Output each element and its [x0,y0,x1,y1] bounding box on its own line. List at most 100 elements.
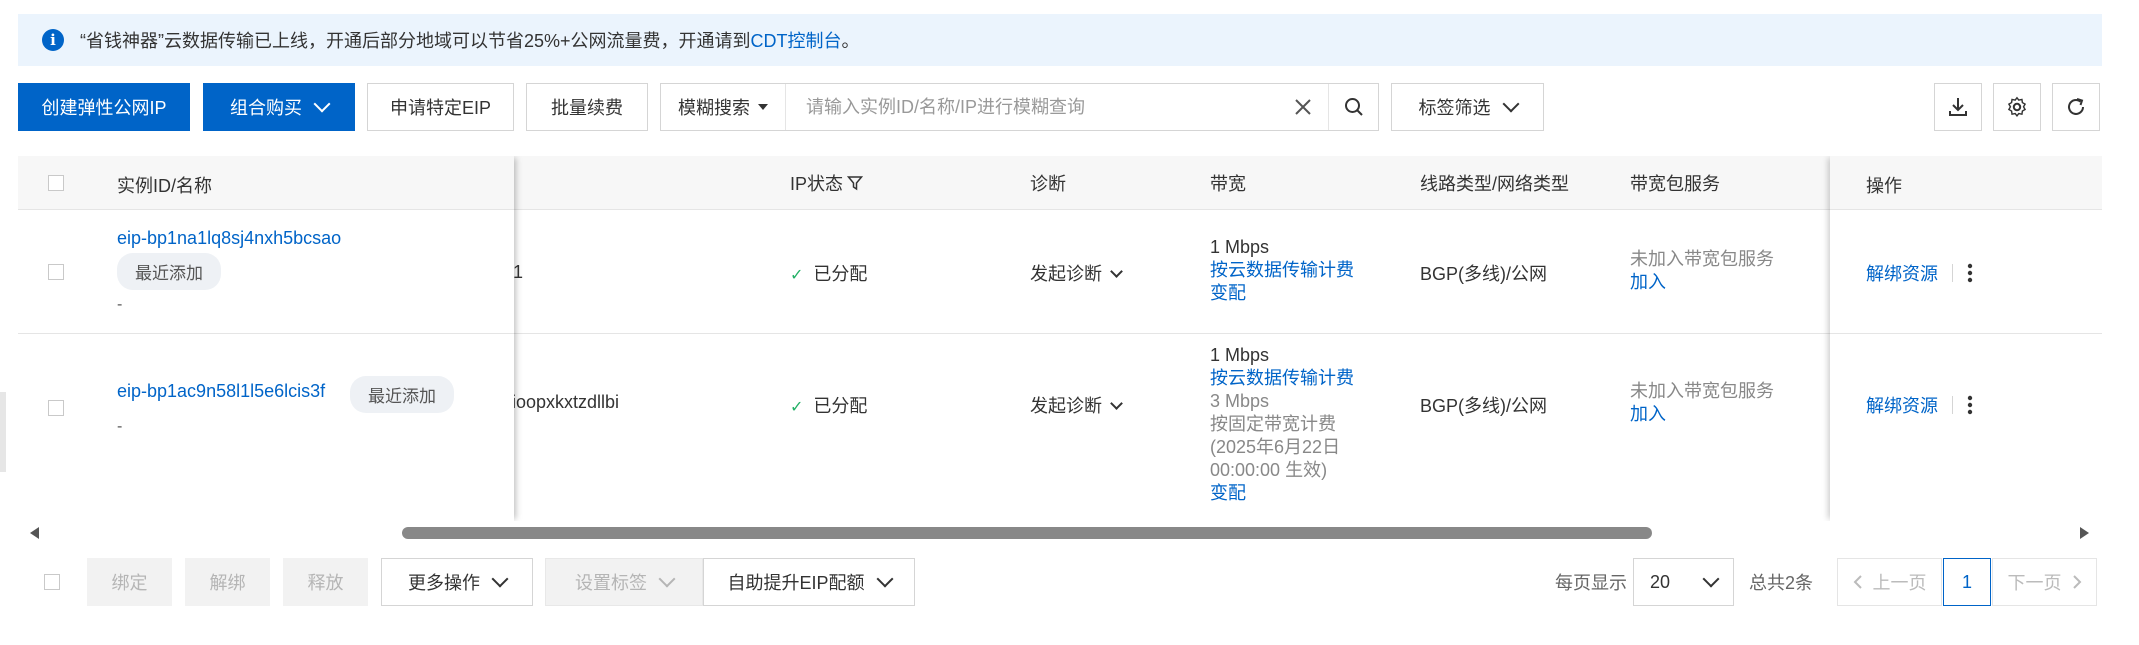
ip-status-label: 已分配 [813,264,868,284]
chevron-down-icon [876,570,893,588]
filter-icon[interactable] [847,175,864,191]
bandwidth-cell: 1 Mbps 按云数据传输计费 3 Mbps 按固定带宽计费 (2025年6月2… [1210,344,1354,505]
row-actions: 解绑资源 [1866,260,1973,286]
divider [1952,264,1953,282]
instance-id-link[interactable]: eip-bp1ac9n58l1l5e6lcis3f [117,381,325,402]
table-row: eip-bp1ac9n58l1l5e6lcis3f 最近添加 - [18,334,514,521]
bandwidth-value: 1 Mbps [1210,237,1270,257]
column-bandwidth: 带宽 [1210,156,1246,210]
create-eip-label: 创建弹性公网IP [41,98,167,118]
chevron-left-icon [1853,575,1862,589]
row-actions: 解绑资源 [1866,392,1973,418]
column-instance-label: 实例ID/名称 [117,176,213,196]
unbind-resource-link[interactable]: 解绑资源 [1866,392,1938,418]
column-bandwidth-package: 带宽包服务 [1630,156,1720,210]
chevron-down-icon [1110,264,1123,278]
search-mode-label: 模糊搜索 [678,98,750,118]
more-actions-button[interactable]: 更多操作 [381,558,533,606]
settings-icon[interactable] [1993,83,2041,131]
set-tags-button[interactable]: 设置标签 [545,558,703,606]
type-id-link[interactable]: ioopxkxtzdllbi [512,392,619,413]
per-page-label: 每页显示 [1555,573,1627,593]
table-row-actions: 解绑资源 [1830,210,2102,334]
diagnose-label: 发起诊断 [1030,264,1102,284]
apply-specific-eip-label: 申请特定EIP [389,98,491,118]
bandwidth-cell: 1 Mbps 按云数据传输计费 变配 [1210,236,1354,305]
chevron-down-icon [313,95,331,113]
batch-renew-button[interactable]: 批量续费 [526,83,648,131]
search-icon[interactable] [1328,84,1378,130]
column-ip-status[interactable]: IP状态 [790,156,864,210]
next-page-button[interactable]: 下一页 [1992,558,2097,606]
bandwidth-billing-link[interactable]: 按云数据传输计费 [1210,367,1354,390]
unbind-button[interactable]: 解绑 [185,558,270,606]
bind-label: 绑定 [111,573,148,593]
page-number: 1 [1961,571,1972,592]
column-line-type-label: 线路类型/网络类型 [1420,174,1570,194]
chevron-down-icon [1702,570,1720,588]
create-eip-button[interactable]: 创建弹性公网IP [18,83,190,131]
clear-icon[interactable] [1278,98,1328,116]
search-mode-dropdown[interactable]: 模糊搜索 [661,84,786,130]
recently-added-tag: 最近添加 [350,376,454,413]
scroll-right-icon[interactable] [2080,527,2089,539]
prev-page-button[interactable]: 上一页 [1837,558,1942,606]
more-vertical-icon[interactable] [1967,395,1973,415]
more-actions-label: 更多操作 [408,573,480,593]
change-config-link[interactable]: 变配 [1210,282,1354,305]
instance-id-link[interactable]: eip-bp1na1lq8sj4nxh5bcsao [117,228,341,249]
bandwidth-billing-pending: 按固定带宽计费 [1210,414,1336,434]
info-icon: i [42,29,64,51]
ip-status: ✓ 已分配 [790,392,867,418]
ip-status-label: 已分配 [813,396,868,416]
more-vertical-icon[interactable] [1967,263,1973,283]
column-ip-status-label: IP状态 [790,174,844,194]
tag-filter-button[interactable]: 标签筛选 [1391,83,1544,131]
release-label: 释放 [307,573,344,593]
per-page-value: 20 [1650,571,1671,592]
horizontal-scrollbar[interactable] [18,522,2102,544]
side-panel-handle[interactable] [0,392,6,472]
fixed-right-columns: 操作 解绑资源 解绑资源 [1830,156,2102,521]
unbind-label: 解绑 [209,573,246,593]
set-tags-label: 设置标签 [575,573,647,593]
notice-text-end: 。 [841,31,860,51]
download-icon[interactable] [1934,83,1982,131]
divider [1952,396,1953,414]
fixed-left-header: 实例ID/名称 [18,156,514,210]
release-button[interactable]: 释放 [283,558,368,606]
search-input[interactable] [786,83,1278,131]
column-diagnose-label: 诊断 [1030,174,1066,194]
bundle-buy-button[interactable]: 组合购买 [203,83,355,131]
page-1-button[interactable]: 1 [1943,558,1991,606]
join-package-link[interactable]: 加入 [1630,403,1774,426]
diagnose-button[interactable]: 发起诊断 [1030,260,1123,286]
batch-renew-label: 批量续费 [551,98,623,118]
bind-button[interactable]: 绑定 [87,558,172,606]
bandwidth-billing-link[interactable]: 按云数据传输计费 [1210,259,1354,282]
eip-table: 类型/ID IP状态 诊断 带宽 线路类型/网络类型 带宽包服务 rl8z3xk… [18,156,2102,521]
package-status: 未加入带宽包服务 [1630,249,1774,269]
row-checkbox[interactable] [48,400,64,416]
change-config-link[interactable]: 变配 [1210,482,1354,505]
refresh-icon[interactable] [2052,83,2100,131]
join-package-link[interactable]: 加入 [1630,271,1774,294]
scrollbar-thumb[interactable] [402,527,1652,539]
diagnose-button[interactable]: 发起诊断 [1030,392,1123,418]
fixed-left-columns: 实例ID/名称 eip-bp1na1lq8sj4nxh5bcsao 最近添加 -… [18,156,514,521]
raise-quota-button[interactable]: 自助提升EIP配额 [703,558,915,606]
row-checkbox[interactable] [48,264,64,280]
unbind-resource-link[interactable]: 解绑资源 [1866,260,1938,286]
select-all-checkbox[interactable] [48,175,64,191]
scroll-left-icon[interactable] [30,527,39,539]
line-type: BGP(多线)/公网 [1420,396,1548,416]
bandwidth-value-pending: 3 Mbps [1210,391,1270,411]
per-page-select[interactable]: 20 [1633,558,1734,606]
footer-select-all-checkbox[interactable] [44,574,60,590]
caret-down-icon [758,104,768,110]
table-row-actions: 解绑资源 [1830,334,2102,521]
bandwidth-effective-time: 00:00:00 生效) [1210,460,1328,480]
apply-specific-eip-button[interactable]: 申请特定EIP [367,83,514,131]
notice-banner: i “省钱神器”云数据传输已上线，开通后部分地域可以节省25%+公网流量费，开通… [18,14,2102,66]
cdt-console-link[interactable]: CDT控制台 [751,27,842,53]
